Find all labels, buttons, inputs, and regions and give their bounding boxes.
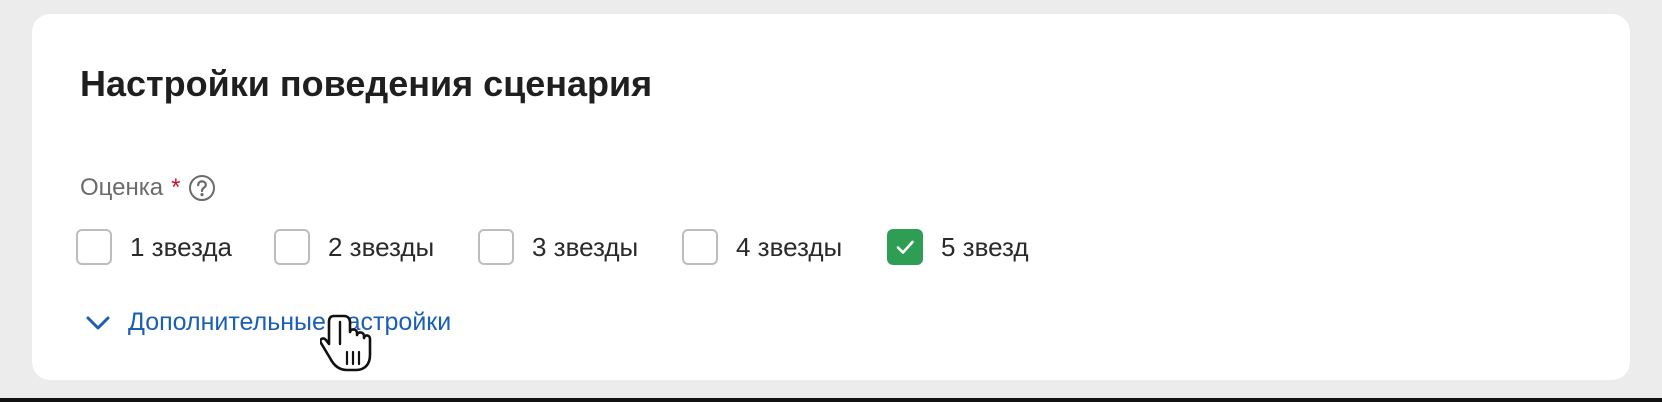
checkbox-label: 1 звезда [130,232,232,262]
behavior-settings-card: Настройки поведения сценария Оценка * 1 … [32,14,1630,380]
chevron-down-icon [86,316,110,329]
more-settings-label: Дополнительные настройки [128,308,452,336]
checkbox-2-stars[interactable] [274,229,310,265]
rating-field-label: Оценка * [80,174,216,202]
required-asterisk: * [171,174,181,201]
checkbox-5-stars[interactable] [887,229,923,265]
checkbox-1-star[interactable] [76,229,112,265]
bottom-divider [0,398,1662,402]
section-title: Настройки поведения сценария [80,63,653,104]
checkbox-label: 2 звезды [328,232,435,262]
rating-option-4[interactable]: 4 звезды [682,229,842,265]
checkbox-label: 3 звезды [532,232,639,262]
checkbox-label: 4 звезды [736,232,843,262]
checkbox-4-stars[interactable] [682,229,718,265]
rating-option-2[interactable]: 2 звезды [274,229,434,265]
rating-label-text: Оценка [80,174,164,201]
rating-option-1[interactable]: 1 звезда [76,229,232,265]
rating-option-3[interactable]: 3 звезды [478,229,638,265]
check-icon [896,240,914,254]
question-circle-icon[interactable] [188,174,216,202]
checkbox-label: 5 звезд [941,232,1029,262]
checkbox-3-stars[interactable] [478,229,514,265]
more-settings-toggle[interactable]: Дополнительные настройки [84,310,451,335]
rating-option-5[interactable]: 5 звезд [887,229,1029,265]
hand-pointer-cursor-icon [320,314,372,372]
